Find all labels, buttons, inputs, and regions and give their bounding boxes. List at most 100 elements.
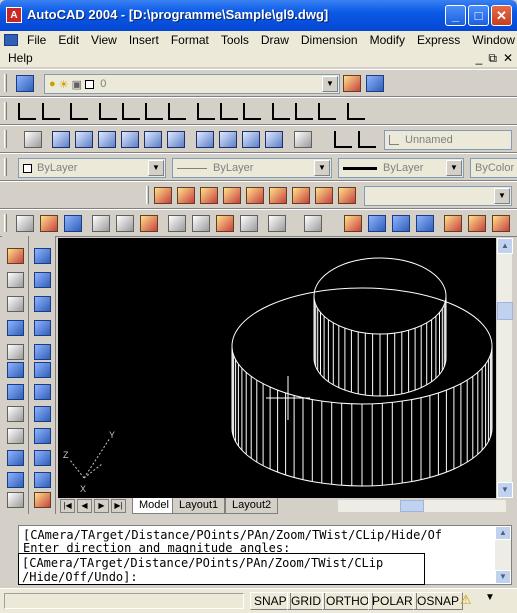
document-icon[interactable] [4, 34, 18, 46]
layer-combo[interactable]: ● ☀ ▣ 0 ▼ [44, 74, 340, 94]
command-scrollbar[interactable]: ▲ ▼ [495, 526, 511, 584]
ucs-object-icon[interactable] [122, 103, 140, 120]
back-view-icon[interactable] [167, 131, 185, 148]
ortho-toggle[interactable]: ORTHO [322, 592, 374, 610]
named-view-combo[interactable]: Unnamed [384, 130, 512, 150]
spline-icon[interactable] [34, 428, 51, 444]
ucs-save-icon[interactable] [358, 131, 376, 148]
named-views-icon[interactable] [24, 131, 42, 148]
tab-last-button[interactable]: ▶| [111, 499, 126, 513]
pan-icon[interactable] [344, 215, 362, 232]
layer-previous-icon[interactable] [366, 75, 384, 92]
ne-iso-icon[interactable] [242, 131, 260, 148]
minimize-button[interactable]: _ [445, 5, 466, 26]
ucs-face-icon[interactable] [145, 103, 163, 120]
save-icon[interactable] [64, 215, 82, 232]
ucs-x-icon[interactable] [272, 103, 290, 120]
arrow-down-icon[interactable]: ▼ [482, 592, 498, 608]
right-view-icon[interactable] [121, 131, 139, 148]
layer-lock-icon[interactable] [269, 187, 287, 204]
hscroll-thumb[interactable] [400, 500, 424, 512]
chevron-down-icon[interactable]: ▼ [322, 76, 338, 92]
color-combo[interactable]: ByLayer ▼ [18, 158, 166, 178]
plotstyle-combo[interactable]: ByColor [470, 158, 517, 178]
left-view-icon[interactable] [98, 131, 116, 148]
ucs-view-icon[interactable] [168, 103, 186, 120]
ellipse-icon[interactable] [34, 450, 51, 466]
erase-icon[interactable] [7, 248, 24, 264]
scroll-up-button[interactable]: ▲ [497, 238, 513, 254]
scroll-down-button[interactable]: ▼ [497, 482, 513, 498]
ucs-z-icon[interactable] [318, 103, 336, 120]
mdi-close-button[interactable]: ✕ [503, 51, 513, 66]
tab-next-button[interactable]: ▶ [94, 499, 109, 513]
mirror-icon[interactable] [7, 296, 24, 312]
paste-icon[interactable] [216, 215, 234, 232]
menu-tools[interactable]: Tools [215, 33, 255, 47]
ucs-y-icon[interactable] [295, 103, 313, 120]
mdi-minimize-button[interactable]: _ [476, 51, 483, 66]
snap-toggle[interactable]: SNAP [250, 592, 291, 610]
array-icon[interactable] [7, 344, 24, 360]
ucs-display-icon[interactable] [42, 103, 60, 120]
toolbar-grip[interactable] [4, 130, 7, 148]
extend-icon[interactable] [7, 472, 24, 488]
osnap-toggle[interactable]: OSNAP [413, 592, 464, 610]
vertical-scrollbar[interactable]: ▲ ▼ [496, 238, 513, 498]
ucs-z-axis-icon[interactable] [220, 103, 238, 120]
top-view-icon[interactable] [52, 131, 70, 148]
make-current-icon[interactable] [343, 75, 361, 92]
menu-view[interactable]: View [85, 33, 123, 47]
menu-format[interactable]: Format [165, 33, 215, 47]
layer-freeze-icon[interactable] [223, 187, 241, 204]
polar-toggle[interactable]: POLAR [368, 592, 417, 610]
copy-object-icon[interactable] [7, 272, 24, 288]
linetype-combo[interactable]: ByLayer ▼ [172, 158, 332, 178]
scale-icon[interactable] [7, 406, 24, 422]
menu-draw[interactable]: Draw [255, 33, 295, 47]
ucs-origin-icon[interactable] [197, 103, 215, 120]
plot-preview-icon[interactable] [116, 215, 134, 232]
layer-unlock-icon[interactable] [292, 187, 310, 204]
mdi-restore-button[interactable]: ⧉ [488, 51, 497, 66]
new-file-icon[interactable] [16, 215, 34, 232]
tab-prev-button[interactable]: ◀ [77, 499, 92, 513]
rotate-icon[interactable] [7, 384, 24, 400]
drawing-viewport[interactable]: Y Z X [58, 238, 496, 498]
ucs-icon[interactable] [18, 103, 36, 120]
construction-line-icon[interactable] [34, 272, 51, 288]
cut-icon[interactable] [168, 215, 186, 232]
arc-icon[interactable] [34, 362, 51, 378]
layer-properties-icon[interactable] [16, 75, 34, 92]
toolbar-grip[interactable] [4, 158, 7, 176]
cmd-scroll-down-button[interactable]: ▼ [495, 570, 511, 584]
line-icon[interactable] [34, 248, 51, 264]
toolbar-grip[interactable] [4, 74, 7, 92]
scroll-thumb[interactable] [497, 302, 513, 320]
menu-modify[interactable]: Modify [364, 33, 411, 47]
chevron-down-icon[interactable]: ▼ [494, 188, 510, 204]
express-combo[interactable]: ▼ [364, 186, 512, 206]
horizontal-scrollbar[interactable] [338, 500, 506, 512]
polyline-icon[interactable] [34, 296, 51, 312]
command-prompt[interactable]: [CAmera/TArget/Distance/POints/PAn/Zoom/… [18, 553, 425, 585]
match-properties-icon[interactable] [240, 215, 258, 232]
tab-first-button[interactable]: |◀ [60, 499, 75, 513]
ucs-world-icon[interactable] [99, 103, 117, 120]
ellipse-arc-icon[interactable] [34, 472, 51, 488]
bottom-view-icon[interactable] [75, 131, 93, 148]
layer-match-icon[interactable] [177, 187, 195, 204]
layer-tools-icon[interactable] [154, 187, 172, 204]
nw-iso-icon[interactable] [265, 131, 283, 148]
zoom-previous-icon[interactable] [416, 215, 434, 232]
menu-window[interactable]: Window [466, 33, 517, 47]
toolbar-grip[interactable] [146, 186, 149, 204]
chevron-down-icon[interactable]: ▼ [446, 160, 462, 176]
menu-express[interactable]: Express [411, 33, 466, 47]
redo-icon[interactable] [304, 215, 322, 232]
ucs-previous-icon[interactable] [70, 103, 88, 120]
circle-icon[interactable] [34, 384, 51, 400]
tool-palettes-icon[interactable] [492, 215, 510, 232]
layer-delete-icon[interactable] [338, 187, 356, 204]
lineweight-combo[interactable]: ByLayer ▼ [338, 158, 464, 178]
